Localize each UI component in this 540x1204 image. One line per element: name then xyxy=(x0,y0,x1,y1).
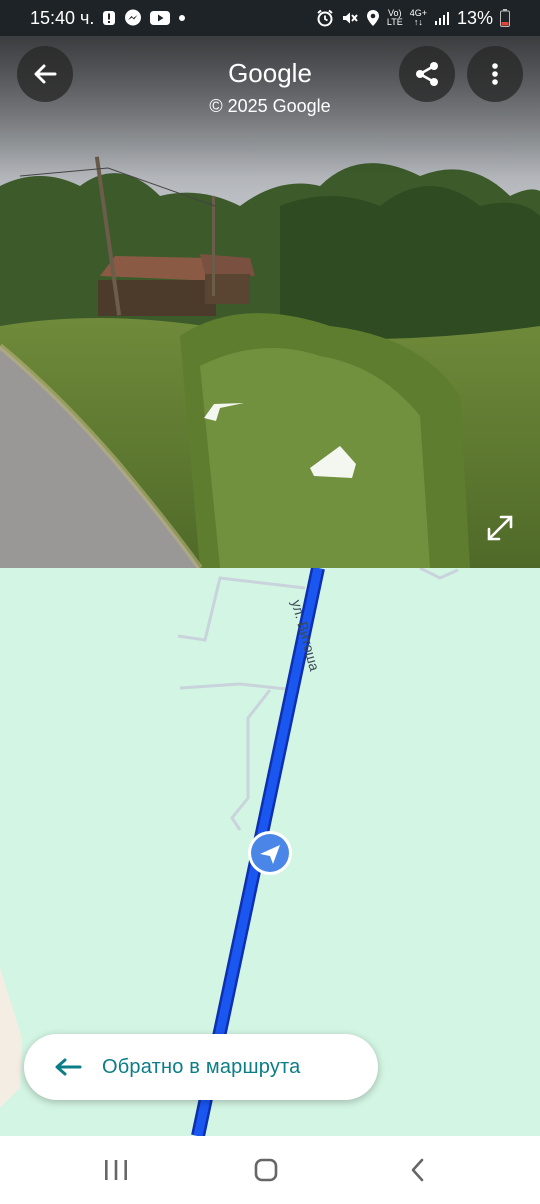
share-button[interactable] xyxy=(399,46,455,102)
alert-icon xyxy=(102,10,116,26)
street-view-title: Google xyxy=(228,58,312,88)
battery-icon xyxy=(500,9,510,27)
status-time: 15:40 ч. xyxy=(30,7,95,28)
expand-button[interactable] xyxy=(478,506,522,550)
more-vert-icon xyxy=(492,63,498,85)
signal-icon xyxy=(434,10,450,26)
volte-indicator: Vo) LTE xyxy=(387,9,403,27)
mute-icon xyxy=(341,9,359,27)
system-nav-bar xyxy=(0,1136,540,1204)
home-icon xyxy=(254,1158,278,1182)
expand-icon xyxy=(487,515,513,541)
network-indicator: 4G+ ↑↓ xyxy=(409,8,427,27)
battery-percent: 13% xyxy=(456,7,493,28)
recent-apps-button[interactable] xyxy=(96,1154,136,1186)
map-view[interactable]: ул. Витоша Обратно в маршрута xyxy=(0,568,540,1136)
street-view-copyright: © 2025 Google xyxy=(209,96,331,116)
alarm-icon xyxy=(316,9,334,27)
home-button[interactable] xyxy=(246,1154,286,1186)
back-button[interactable] xyxy=(17,46,73,102)
back-to-route-button[interactable]: Обратно в маршрута xyxy=(24,1034,378,1100)
volte-bottom: LTE xyxy=(386,17,403,27)
back-to-route-label: Обратно в маршрута xyxy=(102,1055,301,1078)
status-bar: 15:40 ч. Vo) LTE 4G+ ↑↓ 13% xyxy=(0,0,540,36)
location-icon xyxy=(366,9,380,27)
recent-apps-icon xyxy=(105,1160,127,1180)
back-nav-button[interactable] xyxy=(398,1154,438,1186)
street-view-panel[interactable]: Google © 2025 Google xyxy=(0,36,540,568)
chevron-left-icon xyxy=(411,1158,424,1182)
youtube-icon xyxy=(150,11,171,25)
dot-icon xyxy=(178,14,186,22)
arrow-back-icon xyxy=(34,64,57,84)
more-options-button[interactable] xyxy=(467,46,523,102)
location-marker[interactable] xyxy=(246,829,294,877)
arrow-left-icon xyxy=(54,1057,82,1077)
share-icon xyxy=(416,62,438,86)
messenger-icon xyxy=(124,9,142,27)
